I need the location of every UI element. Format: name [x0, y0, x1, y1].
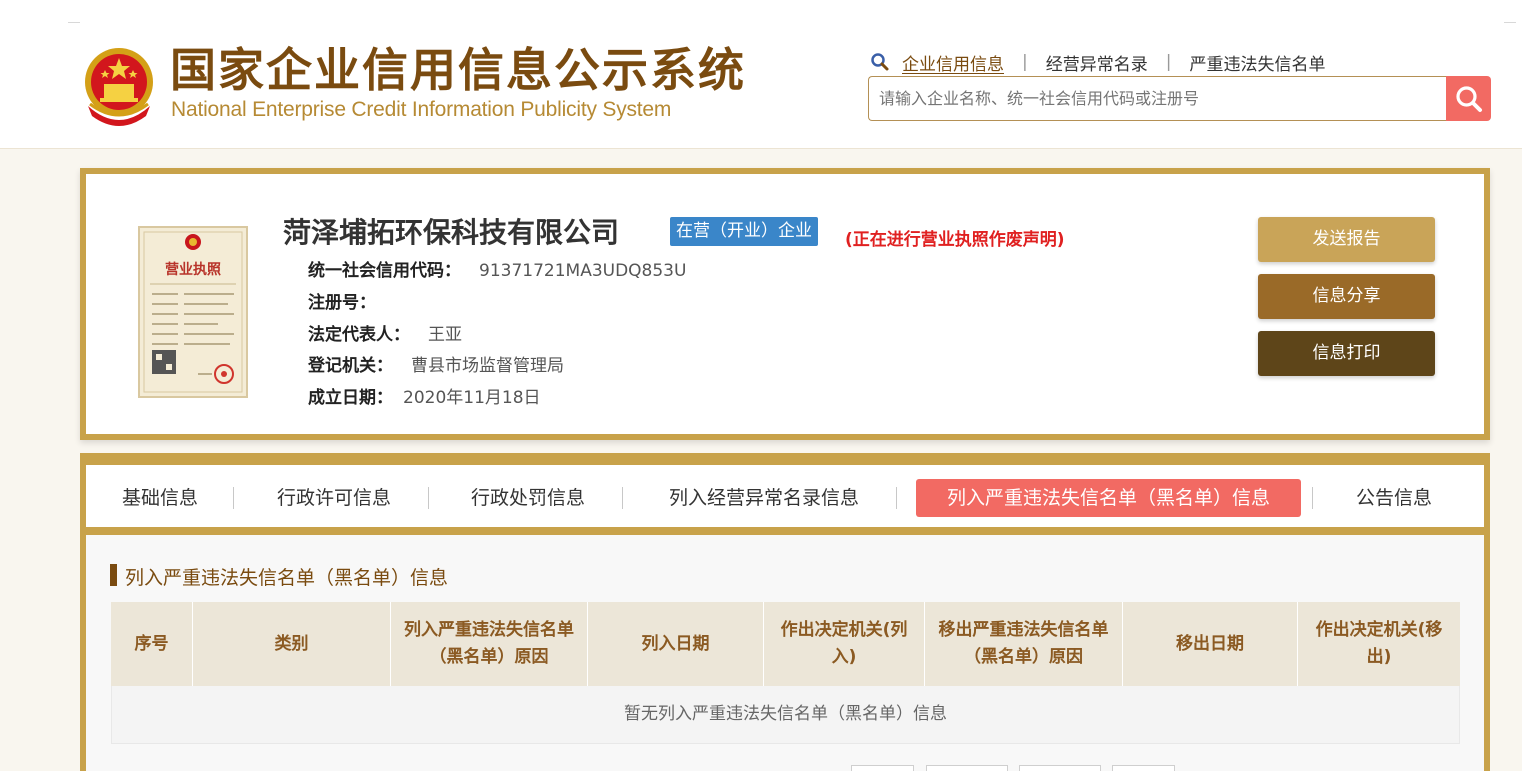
table-empty-message: 暂无列入严重违法失信名单（黑名单）信息	[111, 686, 1460, 744]
nav-separator: |	[1022, 52, 1028, 72]
site-header: 国家企业信用信息公示系统 National Enterprise Credit …	[0, 0, 1522, 149]
tab-separator	[428, 487, 429, 509]
business-license-image: 营业执照	[138, 226, 248, 398]
column-header: 列入日期	[588, 602, 764, 686]
column-header: 列入严重违法失信名单（黑名单）原因	[391, 602, 588, 686]
section-title: 列入严重违法失信名单（黑名单）信息	[125, 567, 449, 589]
magnifier-icon	[1455, 85, 1482, 112]
print-info-button[interactable]: 信息打印	[1258, 331, 1435, 376]
header-corner-mark	[1504, 22, 1516, 23]
column-header: 序号	[111, 602, 193, 686]
field-legal-representative: 法定代表人： 王亚	[308, 320, 462, 345]
field-value: 2020年11月18日	[403, 388, 541, 408]
site-title: 国家企业信用信息公示系统	[170, 43, 746, 97]
pagination-button[interactable]	[1112, 765, 1175, 771]
column-header: 移出严重违法失信名单（黑名单）原因	[925, 602, 1123, 686]
field-label: 登记机关：	[308, 356, 393, 376]
field-value: 曹县市场监督管理局	[411, 356, 564, 376]
column-header: 作出决定机关(列入)	[764, 602, 925, 686]
tab-admin-penalty[interactable]: 行政处罚信息	[450, 479, 606, 517]
search-button[interactable]	[1446, 76, 1491, 121]
field-label: 注册号：	[308, 293, 376, 313]
tab-admin-license[interactable]: 行政许可信息	[256, 479, 412, 517]
column-header: 移出日期	[1123, 602, 1298, 686]
tab-basic-info[interactable]: 基础信息	[104, 479, 216, 517]
field-label: 成立日期：	[308, 388, 393, 408]
tab-separator	[896, 487, 897, 509]
nav-enterprise-credit-info[interactable]: 企业信用信息	[902, 50, 1004, 75]
nav-separator: |	[1165, 52, 1172, 72]
license-void-notice[interactable]: (正在进行营业执照作废声明)	[845, 225, 1065, 250]
field-label: 法定代表人：	[308, 325, 410, 345]
pagination-button[interactable]	[851, 765, 914, 771]
field-value: 王亚	[428, 325, 462, 345]
send-report-button[interactable]: 发送报告	[1258, 217, 1435, 262]
field-credit-code: 统一社会信用代码： 91371721MA3UDQ853U	[308, 256, 686, 281]
field-label: 统一社会信用代码：	[308, 261, 461, 281]
field-value: 91371721MA3UDQ853U	[479, 261, 687, 281]
pagination-button[interactable]	[1019, 765, 1101, 771]
status-badge: 在营（开业）企业	[670, 217, 818, 246]
pagination-button[interactable]	[926, 765, 1008, 771]
section-marker	[110, 564, 117, 586]
column-header: 作出决定机关(移出)	[1315, 620, 1443, 667]
header-corner-mark	[68, 22, 80, 23]
tab-blacklist[interactable]: 列入严重违法失信名单（黑名单）信息	[916, 479, 1301, 517]
tab-separator	[622, 487, 623, 509]
search-input[interactable]	[868, 76, 1448, 121]
company-name: 菏泽埔拓环保科技有限公司	[283, 216, 620, 249]
national-emblem-icon	[85, 48, 153, 126]
tab-abnormal-operation[interactable]: 列入经营异常名录信息	[644, 479, 884, 517]
tab-separator	[1312, 487, 1313, 509]
nav-serious-violation-list[interactable]: 严重违法失信名单	[1189, 50, 1325, 75]
field-establishment-date: 成立日期： 2020年11月18日	[308, 383, 541, 408]
search-icon	[871, 53, 889, 71]
site-subtitle: National Enterprise Credit Information P…	[171, 98, 672, 121]
field-registration-authority: 登记机关： 曹县市场监督管理局	[308, 351, 564, 376]
tab-announcements[interactable]: 公告信息	[1332, 479, 1456, 517]
license-title: 营业执照	[165, 261, 221, 278]
top-navigation: 企业信用信息 | 经营异常名录 | 严重违法失信名单	[870, 48, 1325, 76]
column-header: 类别	[193, 602, 391, 686]
field-registration-number: 注册号：	[308, 288, 394, 313]
share-info-button[interactable]: 信息分享	[1258, 274, 1435, 319]
nav-abnormal-operation-list[interactable]: 经营异常名录	[1046, 50, 1148, 75]
tab-separator	[233, 487, 234, 509]
